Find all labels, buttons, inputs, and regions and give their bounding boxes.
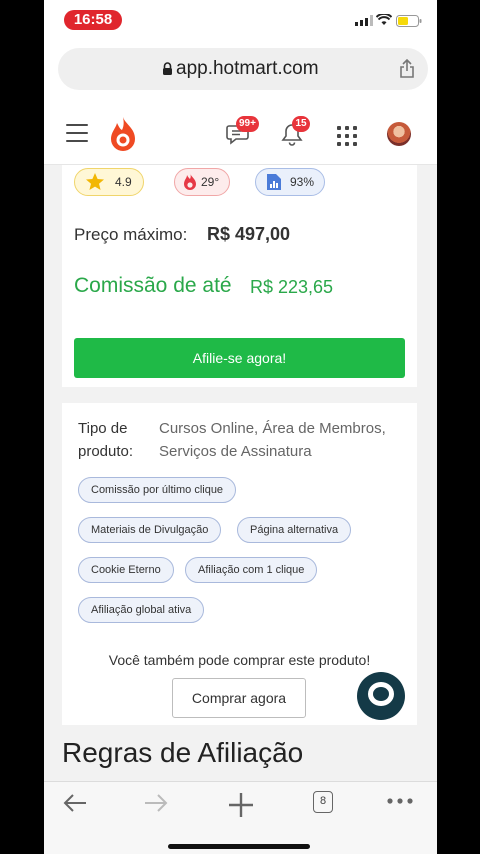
rating-chip: 4.9 (74, 168, 144, 196)
commission-value: R$ 223,65 (250, 277, 334, 297)
product-type-value: Cursos Online, Área de Membros, Serviços… (159, 420, 386, 460)
lock-icon (163, 62, 172, 75)
tag-last-click: Comissão por último clique (78, 477, 237, 503)
product-type-label: Tipo de produto: (78, 420, 134, 460)
page-content: 4.9 29° 93% Preço máximo: R$ 497,00 Comi… (44, 165, 437, 781)
tag-global: Afiliação global ativa (78, 597, 205, 623)
back-icon[interactable] (62, 792, 88, 814)
flame-icon (184, 173, 196, 190)
tag-one-click: Afiliação com 1 clique (185, 557, 318, 583)
forward-icon[interactable] (143, 792, 169, 814)
chart-icon (267, 174, 281, 190)
phone-screen: 16:58 app.hotmart.com 99+ 15 4.9 29° 93%… (44, 0, 437, 854)
commission-label: Comissão de até (74, 274, 232, 297)
wifi-icon (376, 14, 392, 25)
home-indicator (168, 844, 310, 849)
status-bar: 16:58 (44, 0, 437, 40)
product-details-card: Tipo de produto: Cursos Online, Área de … (62, 403, 417, 725)
max-price-value: R$ 497,00 (207, 224, 291, 244)
notifications-badge: 15 (292, 116, 310, 132)
app-header: 99+ 15 (44, 104, 437, 165)
share-icon[interactable] (399, 59, 415, 78)
signal-icon (355, 15, 373, 26)
browser-toolbar: 8 (44, 781, 437, 854)
apps-grid-icon[interactable] (337, 126, 357, 146)
buy-now-button[interactable]: Comprar agora (172, 678, 306, 718)
tag-eternal-cookie: Cookie Eterno (78, 557, 174, 583)
address-bar[interactable]: app.hotmart.com (58, 48, 428, 90)
status-time: 16:58 (64, 10, 122, 30)
hotmart-flame-logo[interactable] (108, 116, 138, 152)
product-card: 4.9 29° 93% Preço máximo: R$ 497,00 Comi… (62, 165, 417, 387)
temperature-chip: 29° (174, 168, 230, 196)
tag-materials: Materiais de Divulgação (78, 517, 222, 543)
section-title: Regras de Afiliação (62, 737, 304, 768)
tabs-icon[interactable]: 8 (313, 791, 333, 813)
url-text: app.hotmart.com (176, 58, 319, 79)
also-buy-text: Você também pode comprar este produto! (108, 652, 371, 668)
chat-icon[interactable] (357, 672, 405, 720)
messages-badge: 99+ (236, 116, 259, 132)
new-tab-icon[interactable] (228, 792, 254, 818)
battery-icon (396, 15, 422, 27)
temperature-value: 29° (201, 175, 220, 189)
star-icon (86, 173, 104, 190)
rating-value: 4.9 (115, 175, 132, 189)
avatar[interactable] (387, 122, 411, 146)
hamburger-icon[interactable] (66, 124, 88, 142)
percentage-value: 93% (290, 175, 315, 189)
percentage-chip: 93% (255, 168, 325, 196)
more-icon[interactable] (387, 798, 413, 804)
tag-alt-page: Página alternativa (237, 517, 352, 543)
max-price-label: Preço máximo: (74, 225, 188, 244)
affiliate-button[interactable]: Afilie-se agora! (74, 338, 405, 378)
